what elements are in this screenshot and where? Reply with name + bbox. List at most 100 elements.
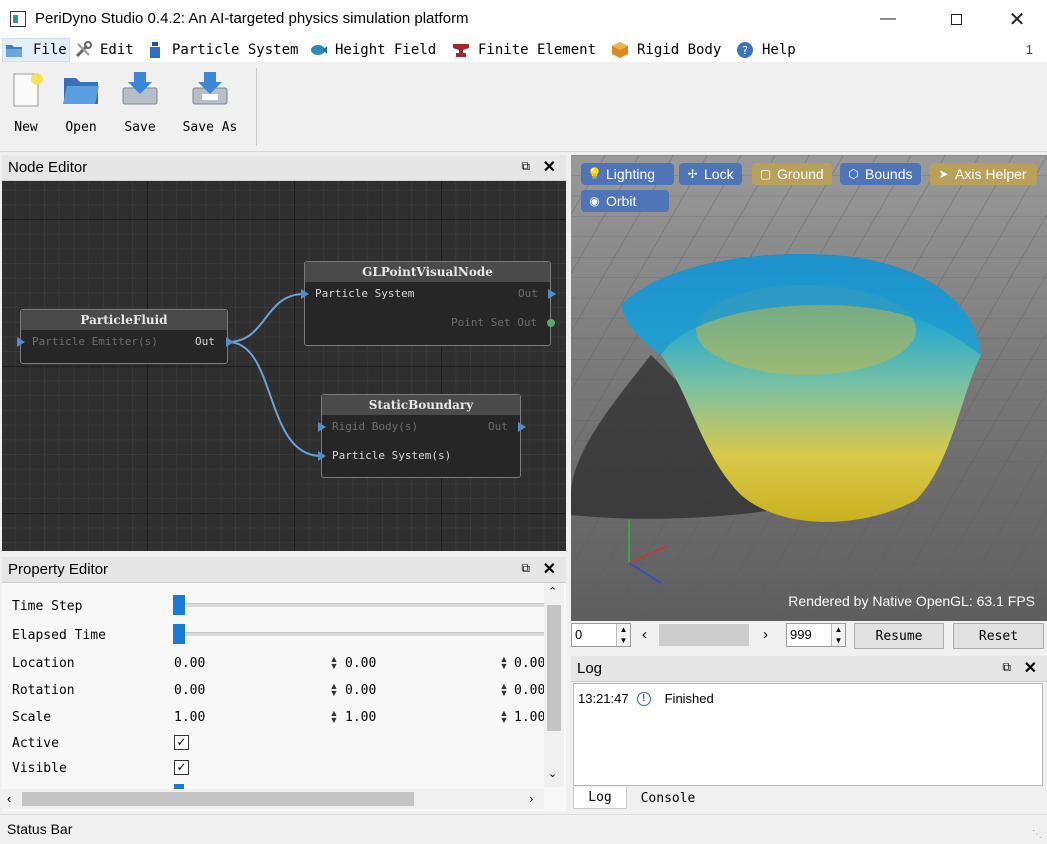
menu-edit[interactable]: Edit [74,38,134,62]
menu-bar: File Edit Particle System Height Field F… [0,38,1047,62]
elapsed-time-slider[interactable] [173,624,185,644]
time-step-slider[interactable] [173,595,185,615]
node-static-boundary[interactable]: StaticBoundary Rigid Body(s) Out Particl… [321,394,521,478]
axis-helper-label: Axis Helper [955,166,1027,182]
tools-icon [75,41,92,58]
connection-wire [227,293,305,343]
spin-arrows[interactable]: ▲ ▼ [329,682,339,698]
active-checkbox[interactable]: ✓ [174,735,189,750]
lighting-button[interactable]: 💡 Lighting [581,163,674,185]
spin-arrows[interactable]: ▲ ▼ [329,655,339,671]
float-icon[interactable]: ⧉ [1002,660,1011,675]
menu-particle-system[interactable]: Particle System [146,38,298,62]
svg-text:?: ? [742,44,748,57]
end-frame-input[interactable]: 999 ▲ ▼ [786,623,846,647]
connection-wire [227,341,322,457]
spin-arrows[interactable]: ▲ ▼ [499,682,509,698]
location-y-field[interactable]: 0.00 [345,656,376,671]
reset-button[interactable]: Reset [953,623,1044,649]
scroll-left-icon[interactable]: ‹ [7,791,11,806]
bounds-label: Bounds [865,166,913,182]
menu-height-field-label: Height Field [335,42,437,58]
location-z-field[interactable]: 0.00 [514,656,545,671]
frame-next-icon[interactable]: › [763,626,768,643]
slider-track[interactable] [176,632,546,636]
orbit-button[interactable]: ◉ Orbit [581,190,669,212]
horizontal-scrollbar[interactable]: ‹ › [2,789,544,809]
scroll-thumb[interactable] [22,792,414,806]
scroll-down-icon[interactable]: ⌄ [548,767,557,780]
close-button[interactable]: ✕ [994,0,1040,38]
menu-finite-element[interactable]: Finite Element [452,38,596,62]
bounds-button[interactable]: ⬡ Bounds [840,163,921,185]
new-button[interactable]: New [0,66,56,138]
menu-height-field[interactable]: Height Field [309,38,436,62]
resume-button[interactable]: Resume [854,623,944,649]
resize-grip-icon[interactable]: ⋱ [1032,829,1042,840]
rotation-y-field[interactable]: 0.00 [345,683,376,698]
save-as-label: Save As [182,120,238,135]
node-canvas[interactable]: ParticleFluid Particle Emitter(s) Out GL… [2,181,566,551]
frame-scroll-thumb[interactable] [659,624,749,646]
axis-helper-button[interactable]: ➤ Axis Helper [930,163,1037,185]
menu-help-label: Help [762,42,796,58]
maximize-button[interactable] [933,0,979,38]
float-icon[interactable]: ⧉ [521,159,530,174]
spin-arrows[interactable]: ▲ ▼ [831,624,845,646]
save-label: Save [124,120,156,135]
status-bar: Status Bar ⋱ [0,814,1047,844]
scale-x-field[interactable]: 1.00 [174,710,205,725]
fish-icon [311,45,327,55]
node-particle-fluid[interactable]: ParticleFluid Particle Emitter(s) Out [20,309,228,364]
close-icon[interactable]: ✕ [543,559,556,579]
frame-prev-icon[interactable]: ‹ [642,626,647,643]
ground-button[interactable]: ▢ Ground [752,163,832,185]
lock-button[interactable]: ✢ Lock [679,163,742,185]
save-button[interactable]: Save [110,66,170,138]
menu-rigid-body[interactable]: Rigid Body [611,38,721,62]
vertical-scrollbar[interactable]: ⌃ ⌄ [544,583,564,787]
float-icon[interactable]: ⧉ [521,561,530,576]
scale-z-field[interactable]: 1.00 [514,710,545,725]
log-entry: 13:21:47 ! Finished [578,691,714,706]
minimize-button[interactable]: — [865,0,911,38]
location-x-field[interactable]: 0.00 [174,656,205,671]
property-editor-title: Property Editor [8,561,109,578]
node-gl-point-visual[interactable]: GLPointVisualNode Particle System Out Po… [304,261,551,346]
node-editor-title: Node Editor [8,159,88,176]
rotation-x-field[interactable]: 0.00 [174,683,205,698]
open-label: Open [65,120,97,135]
port-label: Out [195,335,215,348]
rotation-z-field[interactable]: 0.00 [514,683,545,698]
menu-help[interactable]: ? Help [736,38,796,62]
spin-arrows[interactable]: ▲ ▼ [499,655,509,671]
open-button[interactable]: Open [51,66,111,138]
tab-log[interactable]: Log [573,787,627,809]
render-viewport[interactable]: 💡 Lighting ✢ Lock ▢ Ground ⬡ Bounds ➤ Axis He… [571,155,1047,621]
visible-checkbox[interactable]: ✓ [174,760,189,775]
spin-arrows[interactable]: ▲ ▼ [329,709,339,725]
node-title: ParticleFluid [21,310,227,330]
start-frame-input[interactable]: 0 ▲ ▼ [571,623,631,647]
spin-arrows[interactable]: ▲ ▼ [616,624,630,646]
close-icon[interactable]: ✕ [1024,658,1037,678]
output-port[interactable] [547,319,555,327]
slider-track[interactable] [176,603,546,607]
elapsed-time-label: Elapsed Time [12,628,106,643]
scale-label: Scale [12,710,52,725]
scroll-thumb[interactable] [547,605,561,731]
close-icon[interactable]: ✕ [543,157,556,177]
log-title: Log [577,660,603,677]
page-number: 1 [1025,42,1033,57]
port-label: Particle System(s) [332,449,452,462]
lighting-label: Lighting [606,166,656,182]
scale-y-field[interactable]: 1.00 [345,710,376,725]
menu-file[interactable]: File [2,38,70,62]
scroll-right-icon[interactable]: › [529,791,533,806]
node-editor-header: Node Editor ⧉ ✕ [2,155,566,181]
spin-arrows[interactable]: ▲ ▼ [499,709,509,725]
scroll-up-icon[interactable]: ⌃ [548,585,557,598]
question-icon: ? [737,42,753,58]
tab-console[interactable]: Console [627,787,709,809]
save-as-button[interactable]: Save As [180,66,240,138]
